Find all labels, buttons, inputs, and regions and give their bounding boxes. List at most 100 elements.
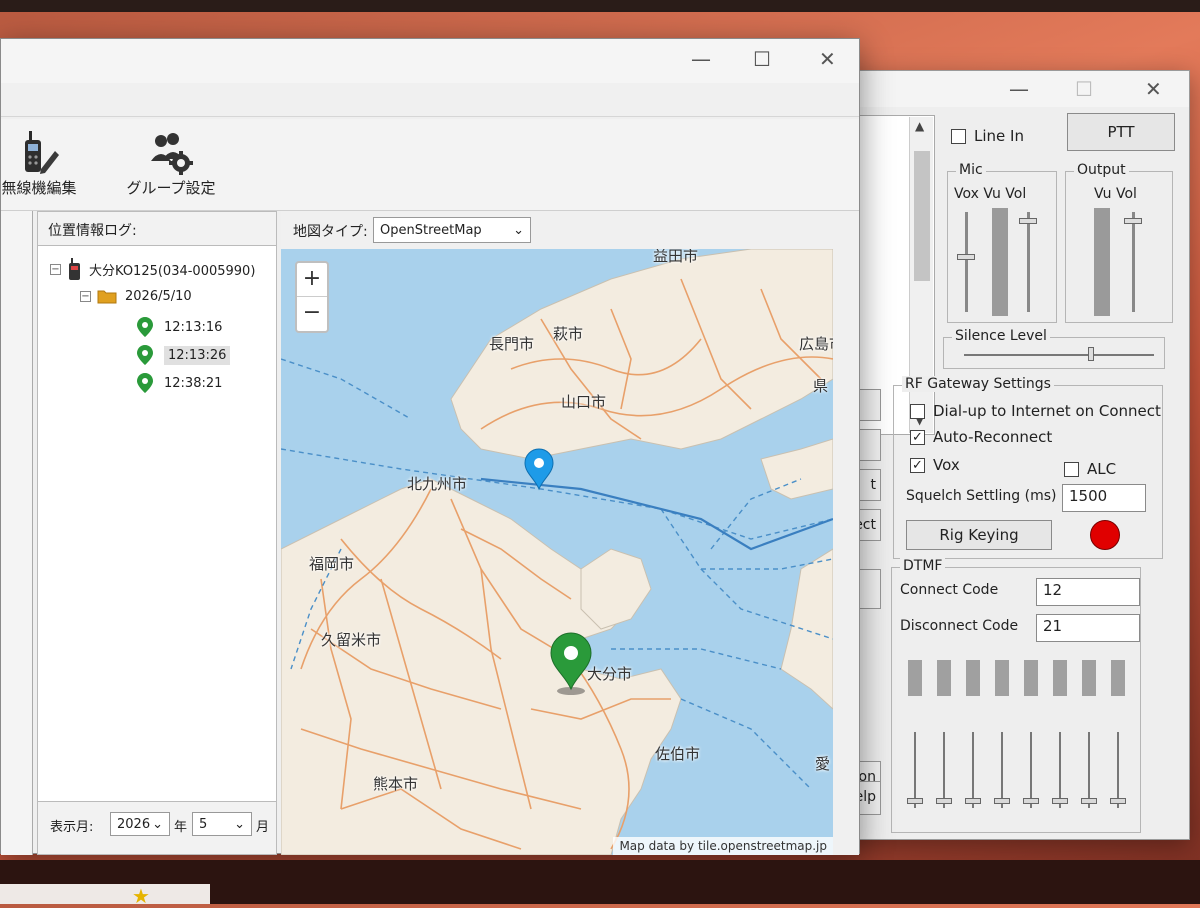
silence-level-title: Silence Level [952,328,1050,344]
dtmf-slider-track [943,732,945,808]
auto-reconnect-checkbox[interactable]: ✓ Auto-Reconnect [910,428,1052,446]
dtmf-slider-knob[interactable] [1023,798,1039,804]
alc-label: ALC [1087,460,1117,478]
dtmf-slider-track [1059,732,1061,808]
map-attribution[interactable]: Map data by tile.openstreetmap.jp [613,837,833,855]
output-vol-slider[interactable] [1124,218,1142,224]
log-entry-1[interactable]: 12:13:16 [136,316,222,338]
chevron-down-icon: ⌄ [152,816,163,832]
line-in-box[interactable] [951,128,966,144]
rf-gateway-titlebar: — ☐ ✕ [849,71,1189,107]
dtmf-slider-knob[interactable] [1110,798,1126,804]
scrollbar-thumb[interactable] [914,151,930,281]
squelch-input[interactable]: 1500 [1062,484,1146,512]
year-select[interactable]: 2026 ⌄ [110,812,170,836]
dialup-box[interactable] [910,403,925,419]
tree-root-node[interactable]: − 大分KO125(034-0005990) [50,258,255,280]
dtmf-slider-track [1117,732,1119,808]
alc-checkbox[interactable]: ALC [1064,460,1116,478]
city-label: 広島市 [799,335,833,353]
dtmf-slider-knob[interactable] [1052,798,1068,804]
silence-level-track [964,354,1154,356]
display-month-label: 表示月: [50,820,94,835]
group-settings-button[interactable]: グループ設定 [121,129,221,198]
mic-vox-track [965,212,968,312]
rf-gateway-window: — ☐ ✕ ▲ ▼ Line In PTT Mic Vox Vu Vol Out… [848,70,1190,840]
city-label: 山口市 [561,393,607,411]
location-log-tree[interactable]: − 大分KO125(034-0005990) − 2026/5/10 12:13… [38,246,276,802]
map-type-select[interactable]: OpenStreetMap ⌄ [373,217,531,243]
dialup-checkbox[interactable]: Dial-up to Internet on Connect [910,402,1161,420]
dtmf-slider-knob[interactable] [936,798,952,804]
dtmf-slider-knob[interactable] [907,798,923,804]
dtmf-slider-knob[interactable] [1081,798,1097,804]
log-entry-time: 12:38:21 [164,375,223,391]
log-entry-2[interactable]: 12:13:26 [136,344,231,366]
output-vol-track [1132,212,1135,312]
mic-group-title: Mic [956,162,986,178]
map-type-label: 地図タイプ: [293,224,368,240]
disconnect-code-input[interactable]: 21 [1036,614,1140,642]
mic-vox-slider[interactable] [957,254,975,260]
city-label: 萩市 [553,325,584,343]
line-in-checkbox[interactable]: Line In [951,127,1024,145]
dtmf-slider-knob[interactable] [994,798,1010,804]
year-select-value: 2026 [117,816,151,832]
map-panel: 地図タイプ: OpenStreetMap ⌄ + − 益田市 萩市 長門市 広島… [281,211,859,855]
squelch-label: Squelch Settling (ms) [906,488,1057,504]
output-group: Output Vu Vol [1065,162,1173,323]
rig-keying-button[interactable]: Rig Keying [906,520,1052,550]
collapse-icon[interactable]: − [50,263,61,275]
vox-label: Vox [933,456,960,474]
dtmf-level-bar [1111,660,1125,696]
log-entry-3[interactable]: 12:38:21 [136,372,222,394]
dtmf-slider-track [1030,732,1032,808]
close-button[interactable]: ✕ [819,47,836,71]
dtmf-level-bar [995,660,1009,696]
dtmf-slider-track [972,732,974,808]
tree-date-node[interactable]: − 2026/5/10 [80,288,192,304]
connect-code-input[interactable]: 12 [1036,578,1140,606]
maximize-button[interactable]: ☐ [753,47,771,71]
map-view[interactable]: + − 益田市 萩市 長門市 広島市 山口市 北九州市 福岡市 久留米市 大分市… [281,249,833,855]
log-entry-time: 12:13:26 [164,345,231,365]
star-icon[interactable]: ★ [132,884,150,908]
auto-reconnect-label: Auto-Reconnect [933,428,1053,446]
output-vu-meter [1094,208,1110,316]
mic-vol-track [1027,212,1030,312]
auto-reconnect-box[interactable]: ✓ [910,429,925,445]
vox-box[interactable]: ✓ [910,457,925,473]
collapse-icon[interactable]: − [80,290,91,302]
alc-box[interactable] [1064,461,1079,477]
silence-level-slider[interactable] [1088,347,1094,361]
dtmf-slider-knob[interactable] [965,798,981,804]
city-label: 熊本市 [373,775,419,793]
connect-code-label: Connect Code [900,582,999,598]
close-button[interactable]: ✕ [1145,77,1162,101]
dtmf-level-bar [1082,660,1096,696]
rf-gateway-settings-title: RF Gateway Settings [902,376,1054,392]
mic-vol-slider[interactable] [1019,218,1037,224]
scroll-up-icon[interactable]: ▲ [915,119,924,133]
month-select-value: 5 [199,816,208,832]
minimize-button[interactable]: — [1009,77,1029,101]
line-in-label: Line In [974,127,1024,145]
toolbar: 無線機編集 グループ設定 [1,119,859,211]
city-label: 福岡市 [309,555,355,573]
minimize-button[interactable]: — [691,47,711,71]
taskbar: ★ [0,860,1200,908]
month-select[interactable]: 5 ⌄ [192,812,252,836]
zoom-out-button[interactable]: − [297,297,327,331]
dtmf-level-bar [937,660,951,696]
zoom-in-button[interactable]: + [297,263,327,297]
folder-icon [97,290,117,304]
ptt-button[interactable]: PTT [1067,113,1175,151]
dtmf-level-bar [908,660,922,696]
location-log-panel: 位置情報ログ: − 大分KO125(034-0005990) − 2026/5/… [37,211,277,855]
dtmf-title: DTMF [900,558,946,574]
maximize-button[interactable]: ☐ [1075,77,1093,101]
green-pin-icon [137,345,153,365]
tree-date-label: 2026/5/10 [125,288,192,304]
radio-edit-button[interactable]: 無線機編集 [1,129,77,198]
vox-checkbox[interactable]: ✓ Vox [910,456,960,474]
